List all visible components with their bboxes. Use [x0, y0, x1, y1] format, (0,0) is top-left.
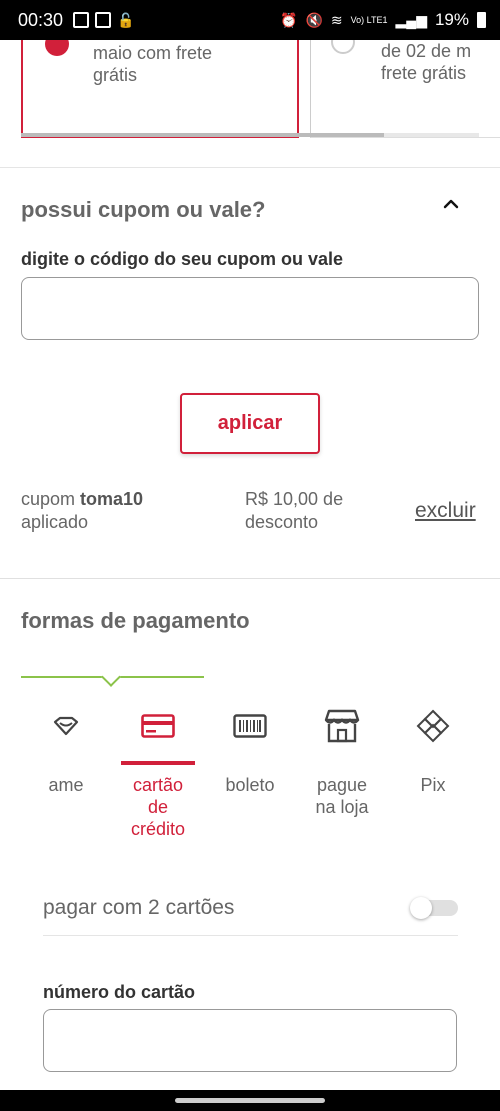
home-handle[interactable] [175, 1098, 325, 1103]
applied-coupon-code: toma10 [80, 489, 144, 509]
offers-scrollbar[interactable] [21, 133, 479, 137]
offer-text-line: frete grátis [381, 63, 467, 83]
radio-selected-icon [45, 40, 69, 56]
payment-method-pix[interactable]: Pix [388, 704, 478, 796]
offer-text-line: de 02 de m [381, 41, 472, 61]
network-label: Vo) LTE1 [350, 14, 388, 25]
notification-icon [73, 12, 90, 28]
payment-method-boleto[interactable]: boleto [205, 704, 295, 796]
status-time: 00:30 [18, 9, 64, 30]
pix-icon [416, 709, 450, 743]
payment-method-ame[interactable]: ame [21, 704, 111, 796]
lock-icon: 🔓 [117, 11, 135, 28]
applied-suffix: aplicado [21, 512, 89, 532]
coupon-input-label: digite o código do seu cupom ou vale [21, 249, 344, 269]
toggle-knob [410, 897, 432, 919]
notification-check-icon [95, 12, 112, 28]
discount-line: R$ 10,00 de [245, 489, 344, 509]
accent-notch [101, 667, 121, 687]
apply-coupon-button[interactable]: aplicar [180, 393, 320, 454]
offers-scrollbar-thumb[interactable] [21, 133, 384, 137]
battery-icon [477, 12, 486, 28]
coupon-section-title: possui cupom ou vale? [21, 197, 266, 222]
offer-text-line: maio com frete [93, 43, 213, 63]
section-divider [0, 578, 500, 579]
chevron-up-icon[interactable] [441, 194, 461, 214]
payment-method-label: ame [48, 775, 84, 795]
applied-coupon-info: cupom toma10 aplicado [21, 488, 143, 534]
barcode-icon [233, 714, 267, 738]
discount-line: desconto [245, 512, 319, 532]
offer-card[interactable]: de 02 de m frete grátis [310, 40, 500, 138]
payment-section-title: formas de pagamento [21, 608, 250, 633]
card-number-label: número do cartão [43, 982, 196, 1002]
battery-percent: 19% [434, 10, 469, 29]
two-cards-label: pagar com 2 cartões [43, 896, 235, 919]
offer-text-line: grátis [93, 65, 138, 85]
applied-prefix: cupom [21, 489, 81, 509]
two-cards-row[interactable]: pagar com 2 cartões [43, 880, 458, 936]
signal-icon: ▂▄▆ [395, 11, 427, 28]
shipping-offers: maio com frete grátis de 02 de m frete g… [0, 40, 500, 168]
offer-card-selected[interactable]: maio com frete grátis [21, 40, 299, 138]
payment-method-label: cartão de crédito [130, 775, 186, 839]
wifi-icon: ≋ [330, 11, 343, 28]
credit-card-icon [141, 714, 175, 738]
alarm-icon: ⏰ [280, 11, 298, 28]
payment-method-label: boleto [225, 775, 275, 795]
two-cards-toggle[interactable] [410, 897, 458, 919]
remove-coupon-link[interactable]: excluir [415, 499, 476, 523]
radio-unselected-icon [331, 40, 355, 54]
store-icon [324, 709, 360, 743]
payment-method-credit-card[interactable]: cartão de crédito [113, 704, 203, 840]
discount-info: R$ 10,00 de desconto [245, 488, 343, 534]
mute-icon: 🔇 [305, 11, 323, 28]
ame-icon [53, 716, 79, 736]
status-bar: 00:30 🔓 ⏰ 🔇 ≋ Vo) LTE1 ▂▄▆ 19% [0, 0, 500, 40]
payment-method-label: Pix [420, 775, 446, 795]
payment-methods: ame cartão de crédito boleto pague na lo… [21, 704, 500, 854]
payment-method-store[interactable]: pague na loja [297, 704, 387, 818]
card-number-input[interactable] [43, 1009, 457, 1072]
system-nav-bar [0, 1090, 500, 1111]
active-method-indicator [121, 761, 195, 765]
coupon-input[interactable] [21, 277, 479, 340]
payment-method-label: pague na loja [315, 775, 369, 817]
